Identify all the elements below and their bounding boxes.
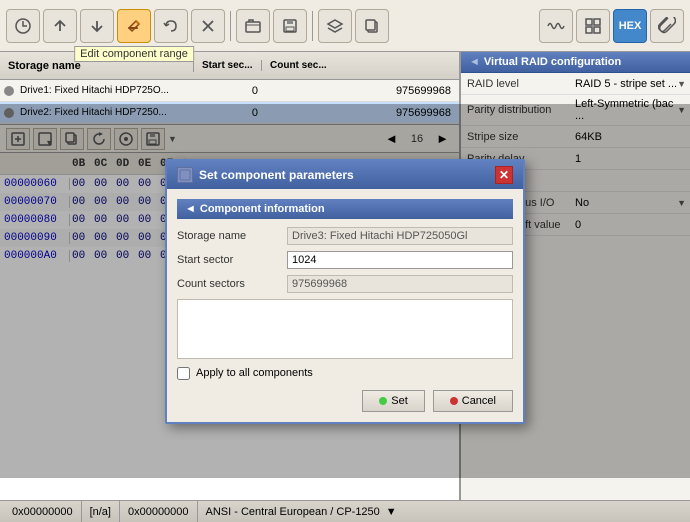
modal-body: ◄ Component information Storage name Sta… (167, 189, 523, 422)
sep2 (312, 11, 313, 41)
encoding-dropdown[interactable]: ANSI - Central European / CP-1250 ▼ (206, 506, 397, 518)
close-button[interactable] (191, 9, 225, 43)
right-panel-header: ◄ Virtual RAID configuration (461, 52, 690, 73)
config-label: RAID level (461, 75, 571, 93)
main-area: Storage name Start sec... Count sec... D… (0, 52, 690, 500)
refresh-button[interactable] (6, 9, 40, 43)
set-button[interactable]: Set (362, 390, 425, 412)
count-sector-header: Count sec... (262, 60, 459, 71)
config-value[interactable]: RAID 5 - stripe set ... ▼ (571, 75, 690, 93)
right-panel-title: Virtual RAID configuration (484, 56, 621, 68)
status-offset: 0x00000000 (4, 501, 82, 522)
save-button[interactable] (273, 9, 307, 43)
storage-name-label: Storage name (177, 230, 287, 242)
main-toolbar: Edit component range HEX (0, 0, 690, 52)
open-file-button[interactable] (236, 9, 270, 43)
grid-button[interactable] (576, 9, 610, 43)
modal-icon (177, 167, 193, 183)
table-row[interactable]: Drive1: Fixed Hitachi HDP725O... 0 97569… (0, 80, 459, 102)
storage-name-cell: Drive1: Fixed Hitachi HDP725O... (18, 85, 198, 96)
modal-title-left: Set component parameters (177, 167, 354, 183)
section-header: ◄ Component information (177, 199, 513, 219)
start-sector-input[interactable] (287, 251, 513, 269)
count-sector-cell: 975699968 (266, 85, 459, 97)
sep1 (230, 11, 231, 41)
apply-all-label: Apply to all components (196, 367, 313, 379)
set-label: Set (391, 395, 408, 407)
apply-all-row: Apply to all components (177, 367, 513, 380)
undo-button[interactable] (154, 9, 188, 43)
button-row: Set Cancel (177, 390, 513, 412)
storage-name-input[interactable] (287, 227, 513, 245)
modal-title: Set component parameters (199, 168, 354, 182)
encoding-arrow: ▼ (386, 506, 397, 518)
modal-overlay: Set component parameters ✕ ◄ Component i… (0, 104, 690, 478)
status-bar: 0x00000000 [n/a] 0x00000000 ANSI - Centr… (0, 500, 690, 522)
paperclip-button[interactable] (650, 9, 684, 43)
row-indicator (4, 86, 14, 96)
config-value-text: RAID 5 - stripe set ... (575, 78, 677, 90)
modal-close-button[interactable]: ✕ (495, 166, 513, 184)
hex-mode-button[interactable]: HEX (613, 9, 647, 43)
config-row-raid-level: RAID level RAID 5 - stripe set ... ▼ (461, 73, 690, 95)
layers-button[interactable] (318, 9, 352, 43)
section-title: Component information (200, 203, 325, 215)
storage-name-row: Storage name (177, 227, 513, 245)
section-arrow: ◄ (185, 203, 196, 215)
config-dropdown-arrow[interactable]: ▼ (677, 79, 686, 89)
status-hex-value: 0x00000000 (128, 506, 189, 518)
status-label-value: [n/a] (90, 506, 111, 518)
count-sectors-input[interactable] (287, 275, 513, 293)
right-header-arrow: ◄ (469, 56, 480, 68)
up-button[interactable] (43, 9, 77, 43)
hex-label: HEX (619, 20, 642, 32)
start-sector-cell: 0 (198, 85, 266, 97)
apply-all-checkbox[interactable] (177, 367, 190, 380)
count-sectors-row: Count sectors (177, 275, 513, 293)
status-encoding[interactable]: ANSI - Central European / CP-1250 ▼ (198, 501, 686, 522)
status-value: 0x00000000 (120, 501, 198, 522)
edit-component-range-button[interactable]: Edit component range (117, 9, 151, 43)
start-sector-row: Start sector (177, 251, 513, 269)
modal-dialog: Set component parameters ✕ ◄ Component i… (165, 159, 525, 424)
waveform-button[interactable] (539, 9, 573, 43)
copy-button[interactable] (355, 9, 389, 43)
start-sector-header: Start sec... (194, 60, 262, 71)
table-header: Storage name Start sec... Count sec... (0, 52, 459, 80)
count-sectors-label: Count sectors (177, 278, 287, 290)
set-icon (379, 397, 387, 405)
start-sector-label: Start sector (177, 254, 287, 266)
down-button[interactable] (80, 9, 114, 43)
encoding-value: ANSI - Central European / CP-1250 (206, 506, 380, 518)
cancel-button[interactable]: Cancel (433, 390, 513, 412)
notes-area[interactable] (177, 299, 513, 359)
modal-titlebar: Set component parameters ✕ (167, 161, 523, 189)
status-offset-value: 0x00000000 (12, 506, 73, 518)
cancel-icon (450, 397, 458, 405)
status-label: [n/a] (82, 501, 120, 522)
tooltip: Edit component range (74, 46, 194, 62)
cancel-label: Cancel (462, 395, 496, 407)
